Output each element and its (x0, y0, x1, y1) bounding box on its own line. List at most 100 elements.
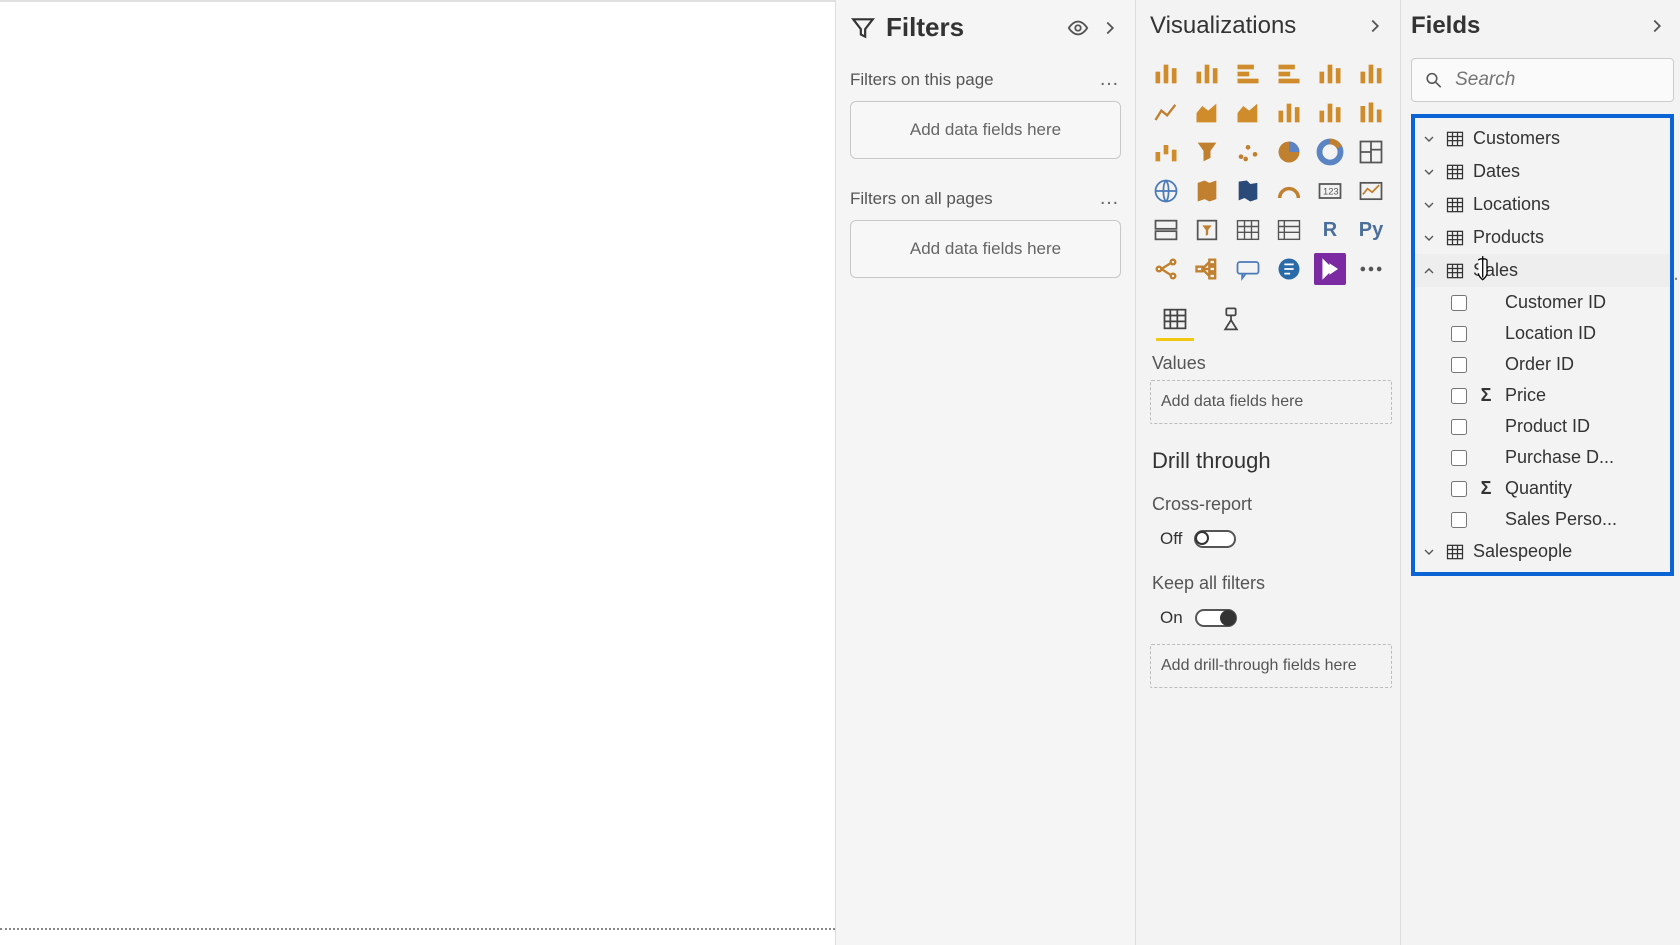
viz-qa[interactable] (1232, 253, 1264, 285)
filters-all-pages-label: Filters on all pages (850, 189, 993, 209)
viz-treemap[interactable] (1355, 136, 1387, 168)
field-order-id[interactable]: ΣOrder ID (1415, 349, 1670, 380)
viz-stacked-bar[interactable] (1150, 58, 1182, 90)
eye-icon[interactable] (1067, 17, 1089, 39)
viz-more[interactable] (1355, 253, 1387, 285)
collapse-viz-icon[interactable] (1364, 15, 1386, 37)
viz-filled-map[interactable] (1191, 175, 1223, 207)
tables-list-highlight: CustomersDatesLocationsProductsSalesΣCus… (1411, 114, 1674, 576)
field-checkbox[interactable] (1451, 419, 1467, 435)
viz-r[interactable]: R (1314, 214, 1346, 246)
viz-pie[interactable] (1273, 136, 1305, 168)
filters-this-page-label: Filters on this page (850, 70, 994, 90)
keep-filters-toggle[interactable] (1195, 609, 1237, 627)
table-salespeople[interactable]: Salespeople (1415, 535, 1670, 568)
keep-filters-label: Keep all filters (1152, 573, 1392, 594)
cross-report-toggle[interactable] (1194, 530, 1236, 548)
filters-all-pages-header: Filters on all pages … (850, 187, 1121, 210)
viz-stacked-bar-h[interactable] (1232, 58, 1264, 90)
viz-py[interactable]: Py (1355, 214, 1387, 246)
field-location-id[interactable]: ΣLocation ID (1415, 318, 1670, 349)
visualizations-header: Visualizations (1150, 12, 1392, 40)
viz-tabs (1156, 305, 1392, 341)
viz-powerapps[interactable] (1314, 253, 1346, 285)
viz-funnel[interactable] (1191, 136, 1223, 168)
viz-key-influencers[interactable] (1150, 253, 1182, 285)
values-label: Values (1152, 353, 1392, 374)
fields-search[interactable] (1411, 58, 1674, 102)
viz-kpi[interactable] (1355, 175, 1387, 207)
table-customers[interactable]: Customers (1415, 122, 1670, 155)
search-icon (1424, 69, 1443, 91)
viz-stacked100-bar[interactable] (1314, 58, 1346, 90)
viz-line-col[interactable] (1273, 97, 1305, 129)
filters-all-pages-more[interactable]: … (1099, 187, 1121, 210)
viz-shape-map[interactable] (1232, 175, 1264, 207)
field-checkbox[interactable] (1451, 512, 1467, 528)
viz-ribbon[interactable] (1355, 97, 1387, 129)
viz-slicer[interactable] (1191, 214, 1223, 246)
visualizations-title: Visualizations (1150, 12, 1296, 40)
field-checkbox[interactable] (1451, 450, 1467, 466)
viz-table[interactable] (1232, 214, 1264, 246)
viz-line[interactable] (1150, 97, 1182, 129)
filters-this-page-dropzone[interactable]: Add data fields here (850, 101, 1121, 159)
fields-tab[interactable] (1156, 305, 1194, 341)
field-product-id[interactable]: ΣProduct ID (1415, 411, 1670, 442)
fields-pane: Fields CustomersDatesLocationsProductsSa… (1400, 0, 1680, 945)
values-dropzone[interactable]: Add data fields here (1150, 380, 1392, 424)
viz-matrix[interactable] (1273, 214, 1305, 246)
viz-card[interactable]: 123 (1314, 175, 1346, 207)
table-dates[interactable]: Dates (1415, 155, 1670, 188)
viz-line-col2[interactable] (1314, 97, 1346, 129)
cross-report-toggle-row: Off (1160, 529, 1392, 549)
table-sales[interactable]: Sales (1415, 254, 1670, 287)
field-checkbox[interactable] (1451, 295, 1467, 311)
filters-header: Filters (850, 12, 1121, 43)
filters-pane: Filters Filters on this page … Add data … (835, 0, 1135, 945)
fields-search-input[interactable] (1455, 69, 1661, 91)
svg-text:123: 123 (1323, 187, 1339, 197)
fields-header: Fields (1411, 12, 1674, 40)
viz-donut[interactable] (1314, 136, 1346, 168)
report-canvas[interactable] (0, 0, 835, 945)
field-quantity[interactable]: ΣQuantity (1415, 473, 1670, 504)
funnel-icon (850, 15, 876, 41)
viz-decomp[interactable] (1191, 253, 1223, 285)
table-products[interactable]: Products (1415, 221, 1670, 254)
viz-narrative[interactable] (1273, 253, 1305, 285)
viz-map[interactable] (1150, 175, 1182, 207)
cross-report-label: Cross-report (1152, 494, 1392, 515)
filters-title: Filters (886, 12, 1057, 43)
viz-scatter[interactable] (1232, 136, 1264, 168)
field-customer-id[interactable]: ΣCustomer ID (1415, 287, 1670, 318)
viz-stacked100-col[interactable] (1355, 58, 1387, 90)
viz-clustered-bar[interactable] (1191, 58, 1223, 90)
field-checkbox[interactable] (1451, 481, 1467, 497)
table-sales-more[interactable]: … (1672, 260, 1680, 286)
field-price[interactable]: ΣPrice (1415, 380, 1670, 411)
viz-stacked-area[interactable] (1232, 97, 1264, 129)
field-checkbox[interactable] (1451, 357, 1467, 373)
drillthrough-title: Drill through (1152, 448, 1392, 474)
field-sales-perso-[interactable]: ΣSales Perso... (1415, 504, 1670, 535)
keep-filters-toggle-row: On (1160, 608, 1392, 628)
collapse-fields-icon[interactable] (1646, 15, 1668, 37)
viz-area[interactable] (1191, 97, 1223, 129)
viz-waterfall[interactable] (1150, 136, 1182, 168)
field-purchase-d-[interactable]: ΣPurchase D... (1415, 442, 1670, 473)
format-tab[interactable] (1212, 305, 1250, 341)
keep-filters-state: On (1160, 608, 1183, 628)
viz-multi-card[interactable] (1150, 214, 1182, 246)
filters-all-pages-dropzone[interactable]: Add data fields here (850, 220, 1121, 278)
visualizations-pane: Visualizations 123 R Py Values Add data fi… (1135, 0, 1400, 945)
viz-gauge[interactable] (1273, 175, 1305, 207)
filters-this-page-more[interactable]: … (1099, 68, 1121, 91)
drillthrough-dropzone[interactable]: Add drill-through fields here (1150, 644, 1392, 688)
field-checkbox[interactable] (1451, 388, 1467, 404)
viz-clustered-bar-h[interactable] (1273, 58, 1305, 90)
field-checkbox[interactable] (1451, 326, 1467, 342)
collapse-filters-icon[interactable] (1099, 17, 1121, 39)
table-locations[interactable]: Locations (1415, 188, 1670, 221)
cross-report-state: Off (1160, 529, 1182, 549)
